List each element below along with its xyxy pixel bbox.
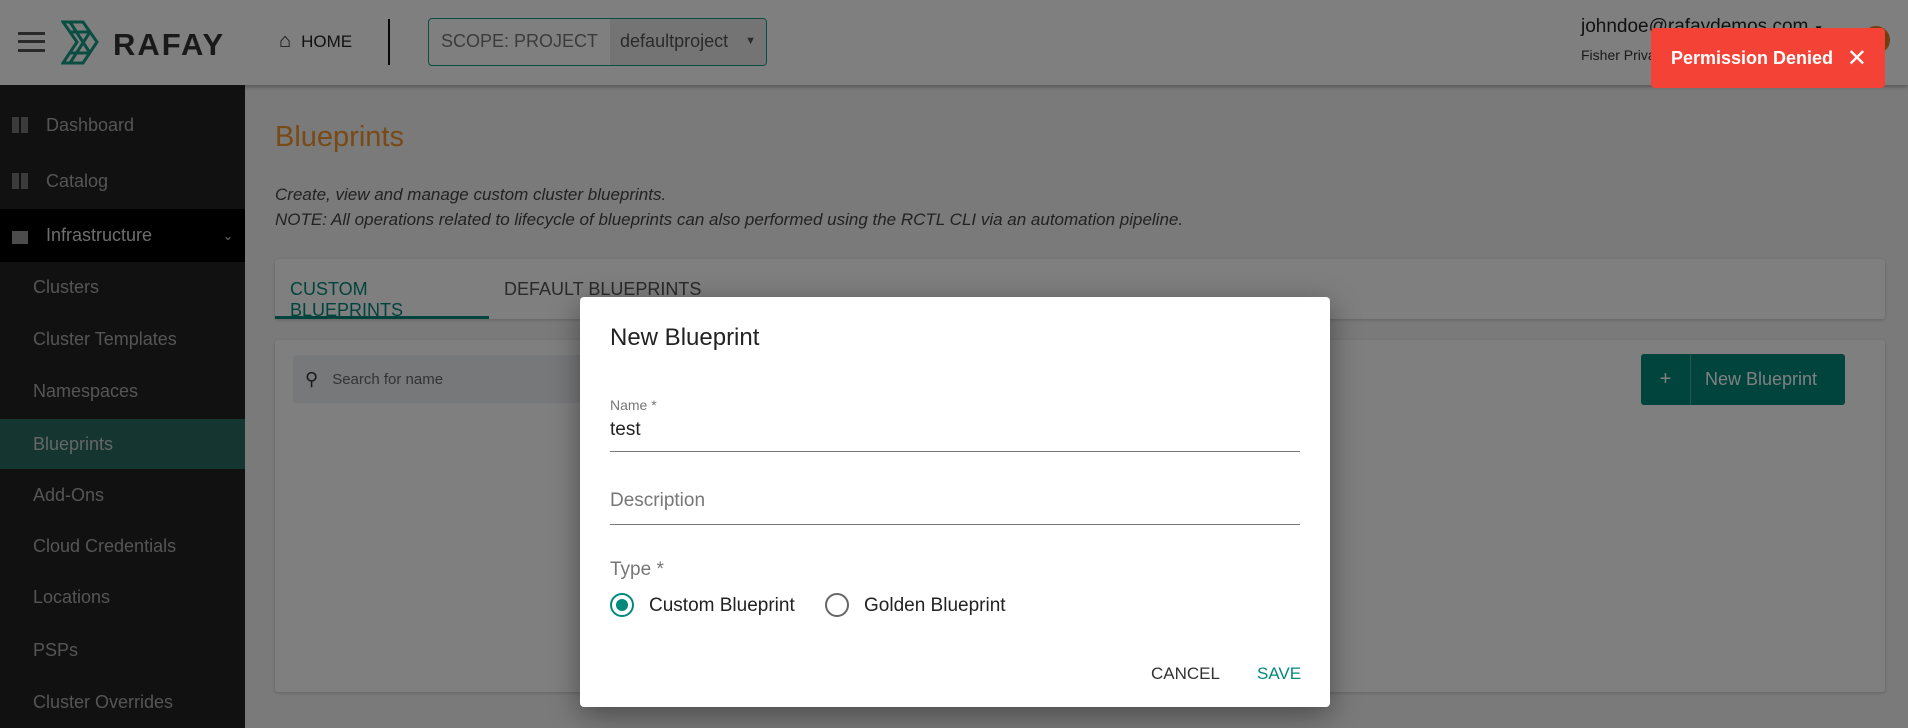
type-label: Type * — [610, 559, 664, 580]
description-field[interactable]: Description — [610, 490, 1300, 525]
radio-golden-blueprint[interactable] — [825, 593, 849, 617]
close-icon[interactable]: ✕ — [1847, 44, 1867, 73]
dialog-title: New Blueprint — [610, 324, 760, 351]
cancel-button[interactable]: CANCEL — [1151, 664, 1220, 684]
save-button[interactable]: SAVE — [1257, 664, 1301, 684]
toast-message: Permission Denied — [1671, 47, 1834, 68]
radio-custom-blueprint[interactable] — [610, 593, 634, 617]
radio-custom-label[interactable]: Custom Blueprint — [649, 595, 795, 617]
permission-denied-toast: Permission Denied ✕ — [1651, 28, 1885, 88]
radio-golden-label[interactable]: Golden Blueprint — [864, 595, 1006, 617]
new-blueprint-dialog: New Blueprint Name * test Description Ty… — [580, 297, 1330, 707]
name-label: Name * — [610, 397, 657, 413]
name-field[interactable]: test — [610, 419, 1300, 452]
